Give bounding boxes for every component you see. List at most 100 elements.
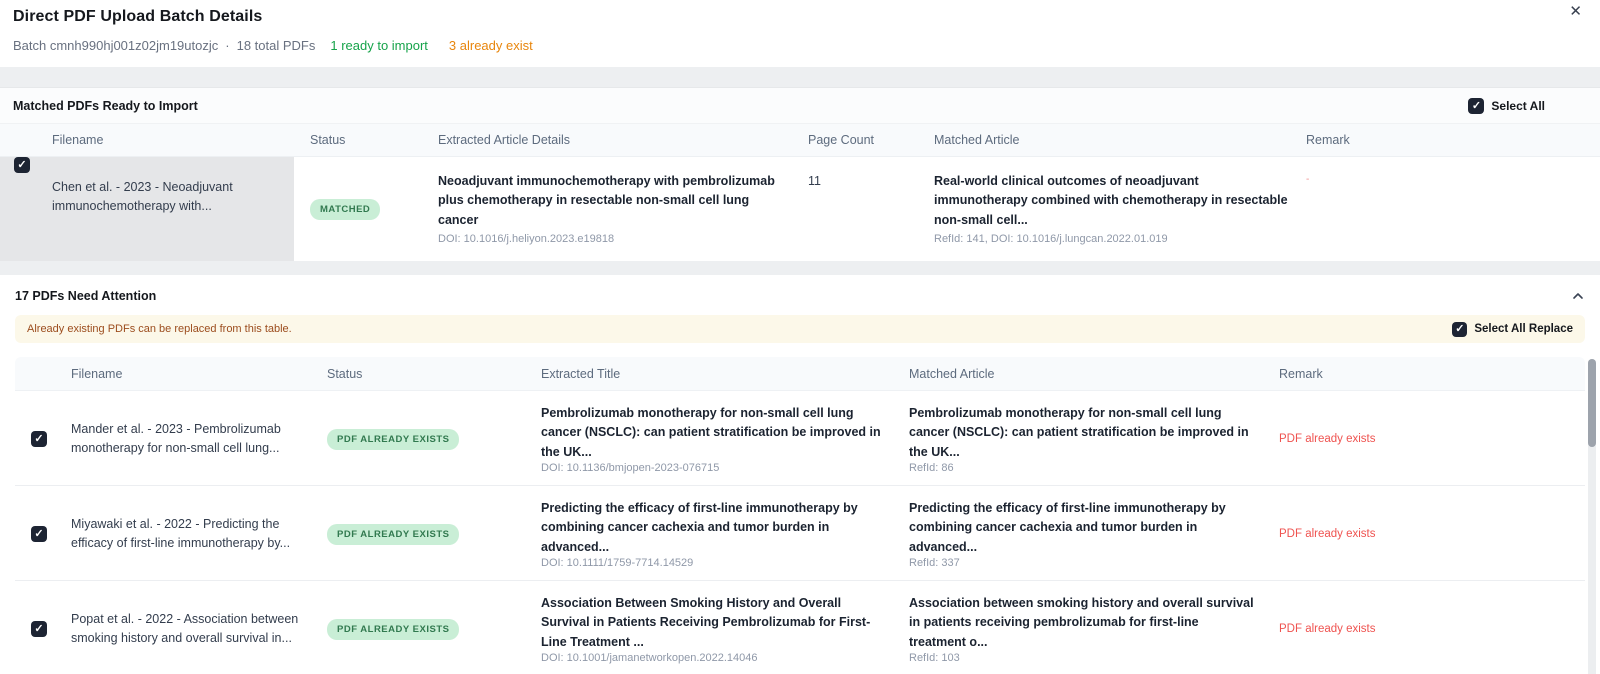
remark-cell: PDF already exists [1271,391,1585,487]
select-all-checkbox[interactable]: ✓ [1468,98,1484,114]
matched-title: Predicting the efficacy of first-line im… [909,499,1257,557]
status-badge: PDF ALREADY EXISTS [327,619,459,640]
notice-text: Already existing PDFs can be replaced fr… [27,323,292,335]
matched-ref: RefId: 141, DOI: 10.1016/j.lungcan.2022.… [934,233,1288,245]
column-page-count: Page Count [800,133,926,147]
filename-cell: Chen et al. - 2023 - Neoadjuvant immunoc… [44,157,294,261]
matched-article-cell: Real-world clinical outcomes of neoadjuv… [926,157,1298,261]
checkbox-cell: ✓ [15,581,59,674]
extracted-title-cell: Association Between Smoking History and … [533,581,901,674]
filename-cell: Popat et al. - 2022 - Association betwee… [59,581,321,674]
select-all-replace-label: Select All Replace [1474,323,1573,335]
scrollbar-track[interactable] [1588,359,1596,674]
batch-summary: Batch cmnh990hj001z02jm19utozjc · 18 tot… [13,38,1584,53]
matched-table-header: Filename Status Extracted Article Detail… [0,124,1600,157]
batch-id: Batch cmnh990hj001z02jm19utozjc [13,38,218,53]
matched-article-cell: Predicting the efficacy of first-line im… [901,486,1271,582]
column-remark: Remark [1271,367,1585,381]
status-badge: MATCHED [310,199,380,220]
remark-cell: PDF already exists [1271,486,1585,582]
row-checkbox[interactable]: ✓ [14,157,30,173]
matched-title: Real-world clinical outcomes of neoadjuv… [934,172,1288,230]
matched-article-cell: Pembrolizumab monotherapy for non-small … [901,391,1271,487]
checkbox-cell: ✓ [15,391,59,487]
matched-table-row[interactable]: ✓ Chen et al. - 2023 - Neoadjuvant immun… [0,157,1600,261]
need-attention-panel: 17 PDFs Need Attention Already existing … [0,275,1600,674]
column-filename: Filename [44,133,294,147]
column-extracted-article-details: Extracted Article Details [430,133,800,147]
checkbox-cell: ✓ [15,486,59,582]
checkbox-cell: ✓ [0,157,44,261]
column-remark: Remark [1298,133,1600,147]
row-checkbox[interactable]: ✓ [31,526,47,542]
column-matched-article: Matched Article [926,133,1298,147]
row-checkbox[interactable]: ✓ [31,621,47,637]
matched-panel-header: Matched PDFs Ready to Import ✓ Select Al… [0,88,1600,124]
attention-table-row[interactable]: ✓ Mander et al. - 2023 - Pembrolizumab m… [15,391,1585,486]
extracted-article-cell: Neoadjuvant immunochemotherapy with pemb… [430,157,800,261]
ready-to-import-count: 1 ready to import [330,38,428,53]
extracted-title: Pembrolizumab monotherapy for non-small … [541,404,887,462]
attention-panel-header[interactable]: 17 PDFs Need Attention [0,289,1600,303]
extracted-doi: DOI: 10.1001/jamanetworkopen.2022.14046 [541,652,887,664]
select-all-replace-checkbox[interactable]: ✓ [1452,322,1467,337]
select-all-group[interactable]: ✓ Select All [1468,98,1545,114]
remark-cell: - [1298,157,1600,261]
section-divider [0,261,1600,275]
status-cell: PDF ALREADY EXISTS [321,391,533,487]
page-title: Direct PDF Upload Batch Details [13,8,1584,26]
column-extracted-title: Extracted Title [533,367,901,381]
status-cell: MATCHED [294,157,430,261]
already-exist-count: 3 already exist [449,38,533,53]
attention-table-header: Filename Status Extracted Title Matched … [15,357,1585,391]
column-status: Status [321,367,533,381]
filename-text: Popat et al. - 2022 - Association betwee… [71,610,307,649]
status-cell: PDF ALREADY EXISTS [321,486,533,582]
check-icon: ✓ [1455,324,1464,335]
filename-text: Mander et al. - 2023 - Pembrolizumab mon… [71,420,307,459]
extracted-title-cell: Predicting the efficacy of first-line im… [533,486,901,582]
attention-section-title: 17 PDFs Need Attention [15,289,156,303]
matched-title: Association between smoking history and … [909,594,1257,652]
column-filename: Filename [59,367,321,381]
total-pdfs-count: 18 total PDFs [237,38,316,53]
attention-table: Filename Status Extracted Title Matched … [15,357,1585,674]
status-badge: PDF ALREADY EXISTS [327,524,459,545]
check-icon: ✓ [17,160,26,171]
scrollbar-thumb[interactable] [1588,359,1596,447]
filename-cell: Miyawaki et al. - 2022 - Predicting the … [59,486,321,582]
select-all-replace-group[interactable]: ✓ Select All Replace [1452,322,1573,337]
chevron-up-icon[interactable] [1572,292,1584,300]
matched-pdfs-panel: Matched PDFs Ready to Import ✓ Select Al… [0,87,1600,261]
replace-notice-bar: Already existing PDFs can be replaced fr… [15,315,1585,343]
close-icon[interactable]: ✕ [1569,4,1582,19]
extracted-title: Predicting the efficacy of first-line im… [541,499,887,557]
check-icon: ✓ [1472,101,1481,112]
extracted-doi: DOI: 10.1111/1759-7714.14529 [541,557,887,569]
extracted-doi: DOI: 10.1016/j.heliyon.2023.e19818 [438,233,790,245]
attention-table-row[interactable]: ✓ Miyawaki et al. - 2022 - Predicting th… [15,486,1585,581]
extracted-title: Neoadjuvant immunochemotherapy with pemb… [438,172,790,230]
page-count-cell: 11 [800,157,926,261]
matched-article-cell: Association between smoking history and … [901,581,1271,674]
row-checkbox[interactable]: ✓ [31,431,47,447]
remark-cell: PDF already exists [1271,581,1585,674]
attention-table-row[interactable]: ✓ Popat et al. - 2022 - Association betw… [15,581,1585,674]
column-status: Status [294,133,430,147]
filename-cell: Mander et al. - 2023 - Pembrolizumab mon… [59,391,321,487]
filename-text: Chen et al. - 2023 - Neoadjuvant immunoc… [52,178,284,217]
status-badge: PDF ALREADY EXISTS [327,429,459,450]
filename-text: Miyawaki et al. - 2022 - Predicting the … [71,515,307,554]
select-all-label: Select All [1491,99,1545,113]
matched-ref: RefId: 103 [909,652,1257,664]
extracted-title-cell: Pembrolizumab monotherapy for non-small … [533,391,901,487]
dot-separator: · [225,38,229,53]
matched-section-title: Matched PDFs Ready to Import [13,99,198,113]
matched-title: Pembrolizumab monotherapy for non-small … [909,404,1257,462]
batch-details-header: Direct PDF Upload Batch Details Batch cm… [0,0,1600,67]
status-cell: PDF ALREADY EXISTS [321,581,533,674]
extracted-doi: DOI: 10.1136/bmjopen-2023-076715 [541,462,887,474]
matched-ref: RefId: 337 [909,557,1257,569]
matched-ref: RefId: 86 [909,462,1257,474]
section-divider [0,67,1600,87]
